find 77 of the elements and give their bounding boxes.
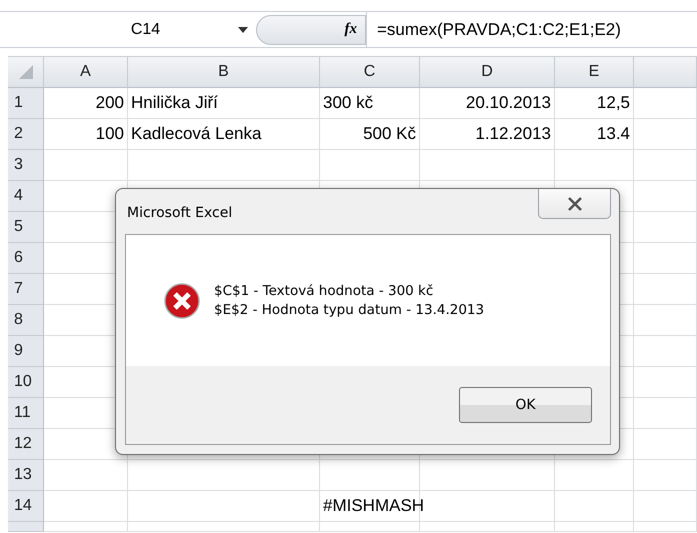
- error-icon: [164, 282, 200, 318]
- table-cell[interactable]: [634, 460, 697, 491]
- row-header[interactable]: 14: [8, 491, 44, 522]
- table-cell: 1.12.2013: [420, 119, 555, 150]
- table-cell[interactable]: [44, 150, 128, 181]
- table-cell[interactable]: [420, 522, 555, 532]
- row-header[interactable]: 9: [8, 336, 44, 367]
- column-header[interactable]: E: [555, 57, 634, 88]
- table-cell[interactable]: [634, 88, 697, 119]
- table-cell[interactable]: [555, 150, 634, 181]
- error-message: $E$2 - Hodnota typu datum - 13.4.2013: [214, 300, 484, 319]
- row-header[interactable]: 3: [8, 150, 44, 181]
- table-cell[interactable]: [634, 150, 697, 181]
- table-cell: 20.10.2013: [420, 88, 555, 119]
- formula-field[interactable]: =sumex(PRAVDA;C1:C2;E1;E2): [366, 12, 697, 47]
- ok-button[interactable]: OK: [459, 387, 592, 423]
- table-cell[interactable]: [44, 491, 128, 522]
- row-header[interactable]: 7: [8, 274, 44, 305]
- row-header[interactable]: 13: [8, 460, 44, 491]
- dialog-title: Microsoft Excel: [126, 204, 232, 223]
- column-header[interactable]: A: [44, 57, 128, 88]
- row-header[interactable]: 10: [8, 367, 44, 398]
- column-header[interactable]: D: [420, 57, 555, 88]
- corner-triangle-icon: [18, 65, 32, 79]
- table-cell: 100: [44, 119, 128, 150]
- table-cell[interactable]: [555, 522, 634, 532]
- close-button[interactable]: [538, 189, 611, 219]
- table-cell: 200: [44, 88, 128, 119]
- table-cell[interactable]: [420, 150, 555, 181]
- table-cell[interactable]: [634, 429, 697, 460]
- column-header[interactable]: C: [320, 57, 420, 88]
- row-header[interactable]: 4: [8, 181, 44, 212]
- table-cell[interactable]: [634, 336, 697, 367]
- table-cell[interactable]: [44, 460, 128, 491]
- table-cell: 13.4: [555, 119, 634, 150]
- error-message: $C$1 - Textová hodnota - 300 kč: [214, 282, 434, 300]
- table-cell[interactable]: [634, 367, 697, 398]
- row-header[interactable]: 12: [8, 429, 44, 460]
- table-cell: 300 kč: [320, 88, 420, 119]
- row-header[interactable]: 8: [8, 305, 44, 336]
- column-header[interactable]: B: [128, 57, 320, 88]
- row-header[interactable]: 5: [8, 212, 44, 243]
- table-cell[interactable]: [634, 522, 697, 532]
- table-cell[interactable]: [634, 119, 697, 150]
- close-icon: [566, 196, 582, 210]
- table-cell[interactable]: [320, 150, 420, 181]
- name-box[interactable]: C14: [8, 12, 248, 47]
- table-cell[interactable]: [634, 305, 697, 336]
- table-cell[interactable]: [128, 491, 320, 522]
- table-cell: 500 Kč: [320, 119, 420, 150]
- table-cell[interactable]: [320, 522, 420, 532]
- table-cell[interactable]: [555, 460, 634, 491]
- row-header[interactable]: 2: [8, 119, 44, 150]
- select-all-button[interactable]: [8, 57, 44, 88]
- table-cell[interactable]: [420, 460, 555, 491]
- table-cell[interactable]: [634, 212, 697, 243]
- row-header[interactable]: 11: [8, 398, 44, 429]
- table-cell[interactable]: [555, 491, 634, 522]
- row-header[interactable]: 6: [8, 243, 44, 274]
- table-cell[interactable]: [634, 243, 697, 274]
- table-cell: 12,5: [555, 88, 634, 119]
- row-header[interactable]: 1: [8, 88, 44, 119]
- table-cell[interactable]: [128, 150, 320, 181]
- table-cell[interactable]: [634, 181, 697, 212]
- table-cell: Hnilička Jiří: [128, 88, 320, 119]
- table-cell: Kadlecová Lenka: [128, 119, 320, 150]
- column-header[interactable]: [634, 57, 697, 88]
- dropdown-caret-icon: [238, 26, 248, 32]
- table-cell[interactable]: [44, 522, 128, 532]
- table-cell[interactable]: [128, 522, 320, 532]
- insert-function-button[interactable]: fx: [344, 18, 357, 41]
- table-cell[interactable]: [634, 274, 697, 305]
- row-header[interactable]: [8, 522, 44, 532]
- table-cell[interactable]: [128, 460, 320, 491]
- table-cell[interactable]: [634, 491, 697, 522]
- table-cell[interactable]: [320, 460, 420, 491]
- table-cell[interactable]: [634, 398, 697, 429]
